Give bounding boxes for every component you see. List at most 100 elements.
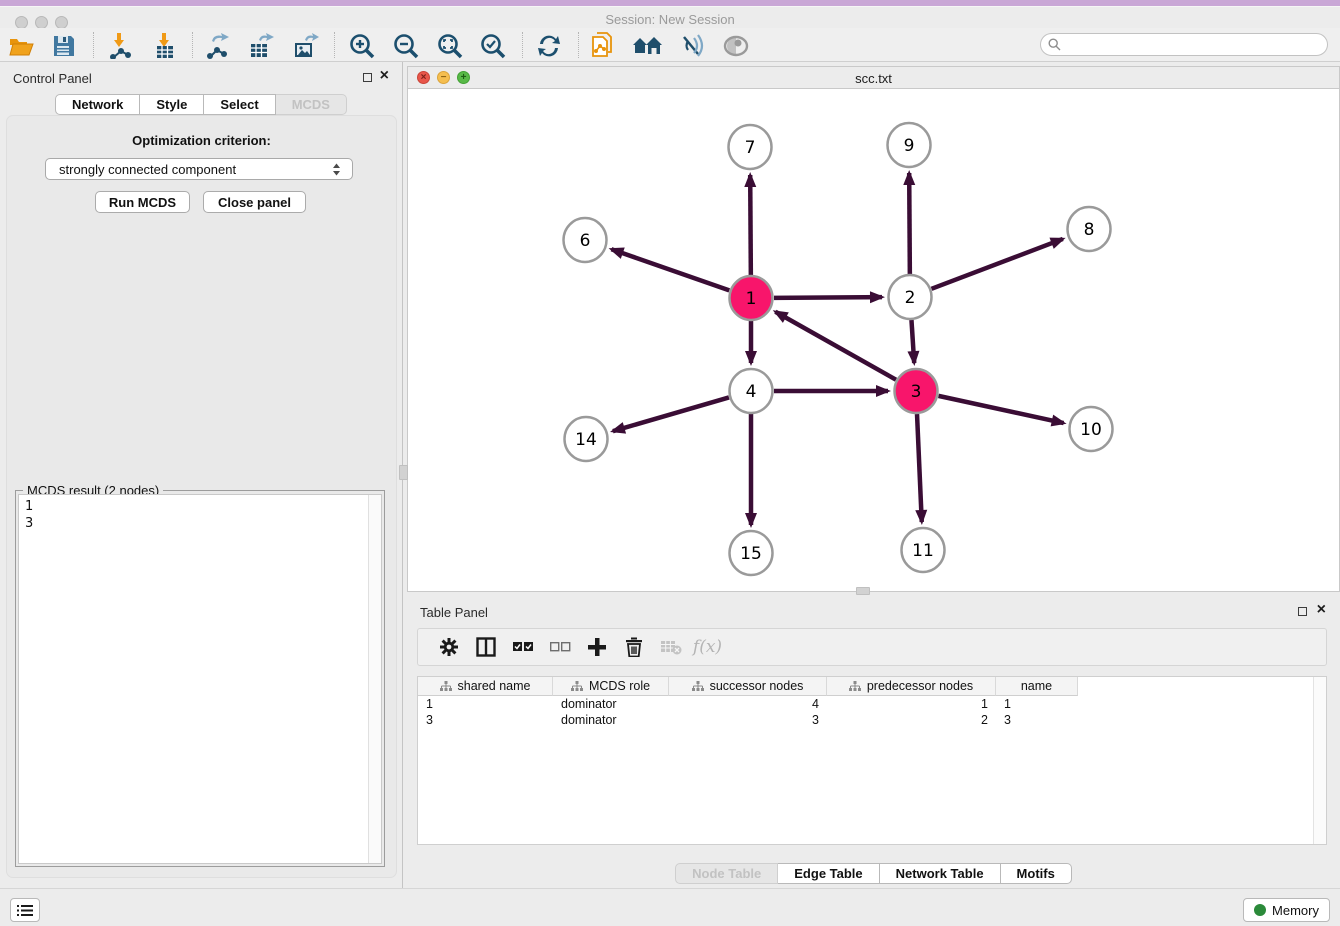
node-2[interactable]: 2 xyxy=(889,275,932,319)
column-header-shared-name[interactable]: shared name xyxy=(418,677,553,696)
memory-button[interactable]: Memory xyxy=(1243,898,1330,922)
save-session-icon[interactable] xyxy=(47,31,81,61)
hide-panels-icon[interactable] xyxy=(675,31,709,61)
column-header-MCDS-role[interactable]: MCDS role xyxy=(553,677,669,696)
table-row[interactable]: 3dominator323 xyxy=(418,712,1326,728)
close-panel-icon[interactable]: × xyxy=(380,66,389,86)
edge-2-9[interactable] xyxy=(909,173,910,274)
columns-icon[interactable] xyxy=(467,632,504,662)
cell-shared-name[interactable]: 3 xyxy=(418,712,553,728)
node-15[interactable]: 15 xyxy=(730,531,773,575)
chevron-updown-icon xyxy=(331,162,347,177)
optimization-criterion-label: Optimization criterion: xyxy=(7,133,396,148)
column-type-icon xyxy=(692,681,704,692)
deselect-all-icon[interactable] xyxy=(541,632,578,662)
cell-MCDS-role[interactable]: dominator xyxy=(553,712,669,728)
column-header-label: successor nodes xyxy=(710,679,804,693)
column-header-name[interactable]: name xyxy=(996,677,1078,696)
column-header-successor-nodes[interactable]: successor nodes xyxy=(669,677,827,696)
close-table-panel-icon[interactable]: × xyxy=(1317,600,1326,620)
edge-4-14[interactable] xyxy=(613,397,729,431)
node-label: 11 xyxy=(912,541,934,561)
node-label: 4 xyxy=(746,382,757,402)
table-panel-title: Table Panel xyxy=(420,605,488,620)
tab-mcds[interactable]: MCDS xyxy=(276,94,347,115)
cell-shared-name[interactable]: 1 xyxy=(418,696,553,712)
float-panel-icon[interactable] xyxy=(363,73,372,82)
show-panels-icon[interactable] xyxy=(719,31,753,61)
node-7[interactable]: 7 xyxy=(729,125,772,169)
node-9[interactable]: 9 xyxy=(888,123,931,167)
node-3[interactable]: 3 xyxy=(895,369,938,413)
column-header-label: MCDS role xyxy=(589,679,650,693)
zoom-selected-icon[interactable] xyxy=(476,31,510,61)
import-table-icon[interactable] xyxy=(148,31,182,61)
horizontal-split-grip[interactable] xyxy=(399,465,408,480)
tab-node-table[interactable]: Node Table xyxy=(675,863,778,884)
cell-name[interactable]: 3 xyxy=(996,712,1078,728)
network-graph-canvas[interactable]: 7 9 6 8 1 2 4 3 14 10 15 11 xyxy=(408,89,1339,591)
float-table-panel-icon[interactable] xyxy=(1298,607,1307,616)
node-label: 8 xyxy=(1084,220,1095,240)
network-window-titlebar[interactable]: × − + scc.txt xyxy=(408,67,1339,89)
table-scrollbar[interactable] xyxy=(1313,677,1326,844)
node-14[interactable]: 14 xyxy=(565,417,608,461)
tab-edge-table[interactable]: Edge Table xyxy=(778,863,879,884)
node-4[interactable]: 4 xyxy=(730,369,773,413)
node-table[interactable]: shared name MCDS role successor nodes prede… xyxy=(417,676,1327,845)
search-field[interactable] xyxy=(1040,33,1328,56)
export-image-icon[interactable] xyxy=(288,31,322,61)
node-1[interactable]: 1 xyxy=(730,276,773,320)
export-table-icon[interactable] xyxy=(244,31,278,61)
edge-3-11[interactable] xyxy=(917,414,922,522)
add-column-icon[interactable] xyxy=(578,632,615,662)
export-network-icon[interactable] xyxy=(201,31,235,61)
node-11[interactable]: 11 xyxy=(902,528,945,572)
tab-select[interactable]: Select xyxy=(204,94,275,115)
edge-1-6[interactable] xyxy=(611,249,729,290)
mcds-result-text[interactable]: 13 xyxy=(18,494,382,864)
cell-MCDS-role[interactable]: dominator xyxy=(553,696,669,712)
cell-name[interactable]: 1 xyxy=(996,696,1078,712)
edge-1-7[interactable] xyxy=(750,175,751,275)
cell-successor-nodes[interactable]: 3 xyxy=(669,712,827,728)
zoom-out-icon[interactable] xyxy=(389,31,423,61)
tab-style[interactable]: Style xyxy=(140,94,204,115)
tab-motifs[interactable]: Motifs xyxy=(1001,863,1072,884)
node-8[interactable]: 8 xyxy=(1068,207,1111,251)
home-icon[interactable] xyxy=(631,31,665,61)
cell-predecessor-nodes[interactable]: 2 xyxy=(827,712,996,728)
mcds-result-group: MCDS result (2 nodes) 13 xyxy=(15,490,385,867)
edge-2-8[interactable] xyxy=(932,239,1063,289)
table-tabs: Node TableEdge TableNetwork TableMotifs xyxy=(407,863,1340,885)
cell-successor-nodes[interactable]: 4 xyxy=(669,696,827,712)
vertical-split-grip[interactable] xyxy=(856,587,870,595)
edge-3-10[interactable] xyxy=(938,396,1063,423)
node-6[interactable]: 6 xyxy=(564,218,607,262)
import-network-icon[interactable] xyxy=(103,31,137,61)
zoom-fit-icon[interactable] xyxy=(433,31,467,61)
edge-2-3[interactable] xyxy=(911,320,914,363)
window-title: Session: New Session xyxy=(0,12,1340,27)
edge-1-2[interactable] xyxy=(774,297,882,298)
table-row[interactable]: 1dominator411 xyxy=(418,696,1326,712)
run-mcds-button[interactable]: Run MCDS xyxy=(95,191,190,213)
open-session-icon[interactable] xyxy=(5,31,39,61)
gear-icon[interactable] xyxy=(430,632,467,662)
cell-predecessor-nodes[interactable]: 1 xyxy=(827,696,996,712)
optimization-criterion-dropdown[interactable]: strongly connected component xyxy=(45,158,353,180)
zoom-in-icon[interactable] xyxy=(345,31,379,61)
select-all-icon[interactable] xyxy=(504,632,541,662)
edge-3-1[interactable] xyxy=(775,312,896,380)
task-history-button[interactable] xyxy=(10,898,40,922)
tab-network-table[interactable]: Network Table xyxy=(880,863,1001,884)
search-input[interactable] xyxy=(1066,38,1327,52)
node-10[interactable]: 10 xyxy=(1070,407,1113,451)
tab-network[interactable]: Network xyxy=(55,94,140,115)
mcds-result-scrollbar[interactable] xyxy=(368,495,381,863)
new-network-from-selection-icon[interactable] xyxy=(587,31,621,61)
refresh-layout-icon[interactable] xyxy=(532,31,566,61)
column-header-predecessor-nodes[interactable]: predecessor nodes xyxy=(827,677,996,696)
close-panel-button[interactable]: Close panel xyxy=(203,191,306,213)
delete-column-icon[interactable] xyxy=(615,632,652,662)
